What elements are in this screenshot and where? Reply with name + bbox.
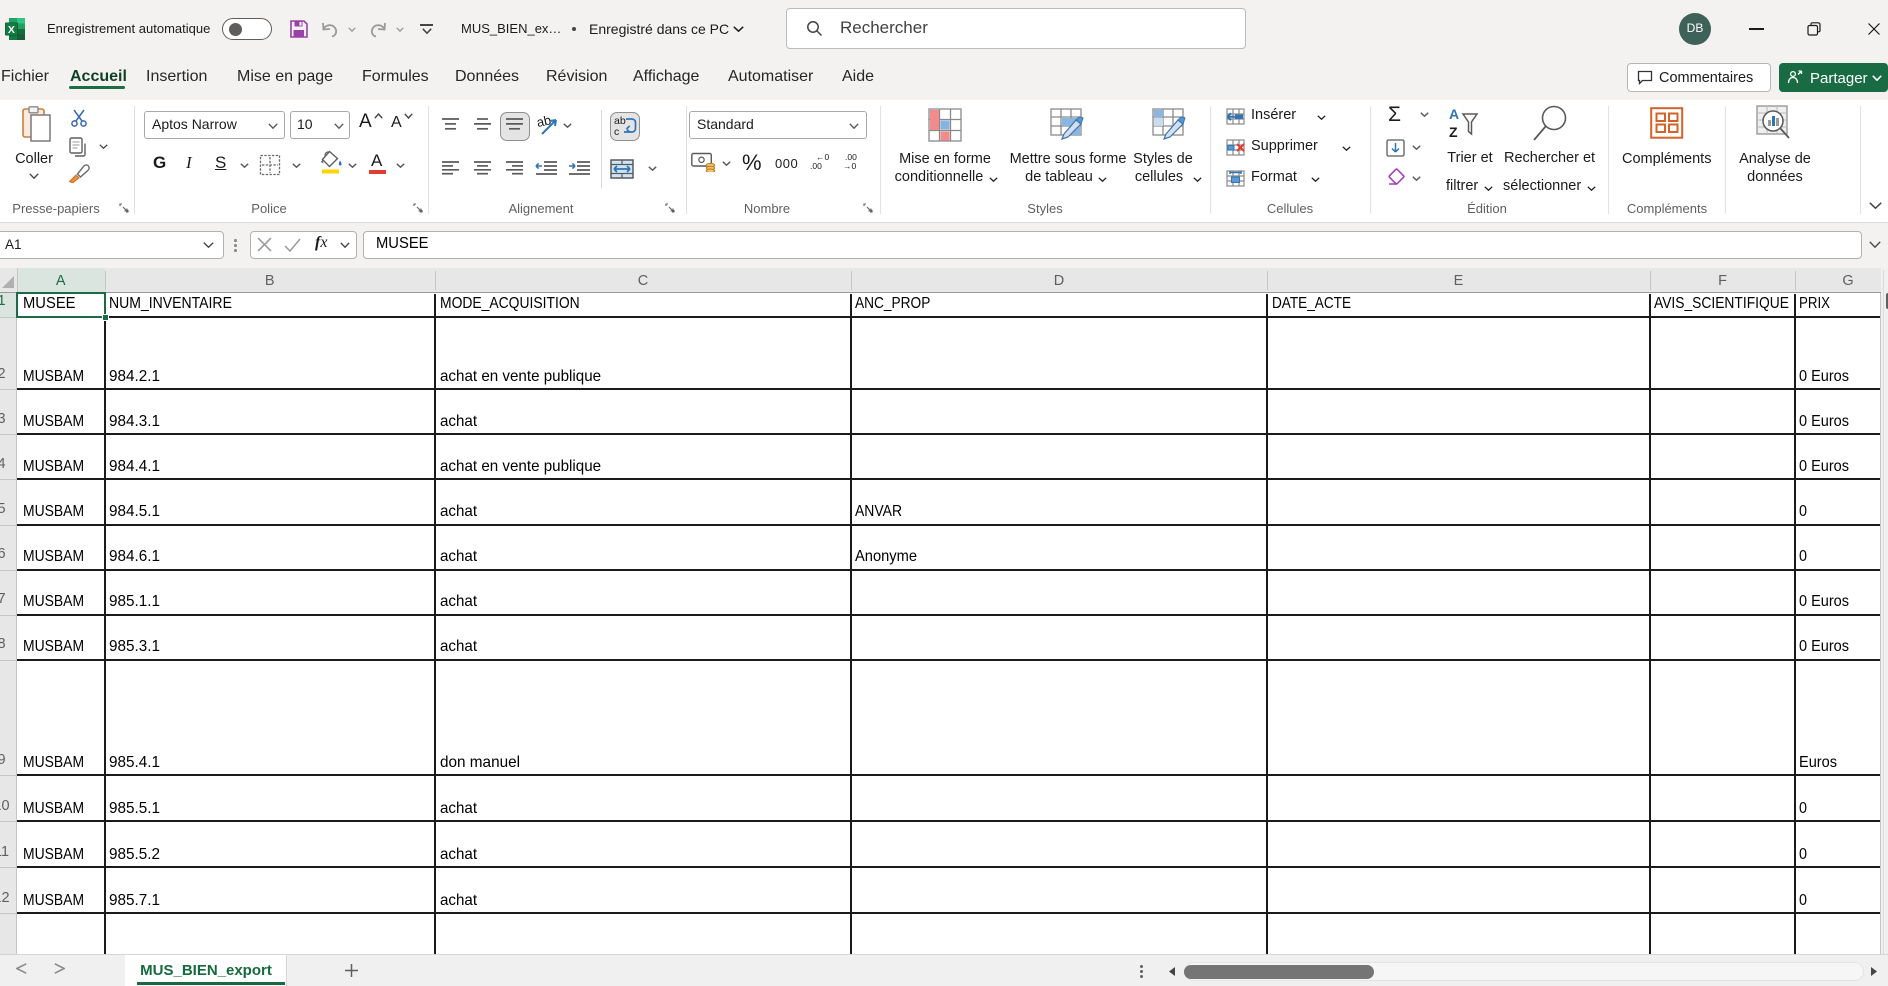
svg-text:.00: .00 — [810, 161, 822, 170]
svg-text:Z: Z — [1449, 124, 1458, 140]
svg-text:X: X — [8, 24, 15, 36]
svg-text:A: A — [1449, 106, 1459, 122]
svg-text:c: c — [614, 126, 619, 138]
svg-text:ab: ab — [536, 114, 553, 130]
svg-text:→0: →0 — [843, 161, 857, 170]
